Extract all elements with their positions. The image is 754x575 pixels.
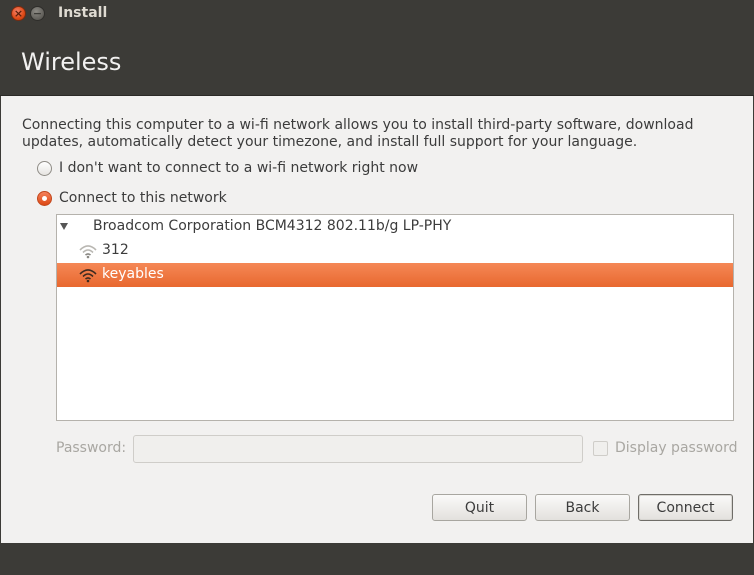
page-header: Wireless — [0, 27, 754, 96]
window-title: Install — [58, 5, 108, 21]
network-list[interactable]: Broadcom Corporation BCM4312 802.11b/g L… — [56, 214, 734, 421]
wifi-signal-icon — [79, 245, 97, 259]
connect-button[interactable]: Connect — [638, 494, 733, 521]
option-connect[interactable]: Connect to this network — [37, 189, 227, 207]
network-row-312[interactable]: 312 — [57, 239, 733, 263]
page-title: Wireless — [21, 48, 122, 76]
network-row-keyables[interactable]: keyables — [57, 263, 733, 287]
password-field[interactable] — [133, 435, 583, 463]
device-row[interactable]: Broadcom Corporation BCM4312 802.11b/g L… — [57, 215, 733, 239]
display-password-label: Display password — [615, 440, 738, 456]
radio-connect[interactable] — [37, 190, 52, 206]
minimize-button[interactable]: − — [30, 6, 45, 21]
display-password-toggle[interactable]: Display password — [593, 440, 738, 456]
description-text: Connecting this computer to a wi-fi netw… — [22, 117, 694, 150]
radio-no-wifi[interactable] — [37, 160, 52, 176]
display-password-checkbox[interactable] — [593, 440, 608, 456]
footer-bar — [0, 543, 754, 575]
device-name: Broadcom Corporation BCM4312 802.11b/g L… — [93, 218, 452, 234]
expander-arrow-icon[interactable] — [60, 223, 68, 230]
wifi-signal-icon — [79, 269, 97, 283]
option-connect-label: Connect to this network — [59, 190, 227, 206]
network-name: keyables — [102, 266, 164, 282]
password-label: Password: — [56, 440, 127, 456]
back-button[interactable]: Back — [535, 494, 630, 521]
main-content: Connecting this computer to a wi-fi netw… — [0, 96, 754, 543]
option-no-wifi-label: I don't want to connect to a wi-fi netwo… — [59, 160, 419, 176]
title-bar: × − Install — [0, 0, 754, 27]
minimize-icon: − — [32, 7, 43, 20]
quit-button[interactable]: Quit — [432, 494, 527, 521]
close-icon: × — [13, 7, 24, 20]
installer-window: × − Install Wireless Connecting this com… — [0, 0, 754, 575]
option-no-wifi[interactable]: I don't want to connect to a wi-fi netwo… — [37, 159, 418, 177]
network-name: 312 — [102, 242, 129, 258]
close-button[interactable]: × — [11, 6, 26, 21]
